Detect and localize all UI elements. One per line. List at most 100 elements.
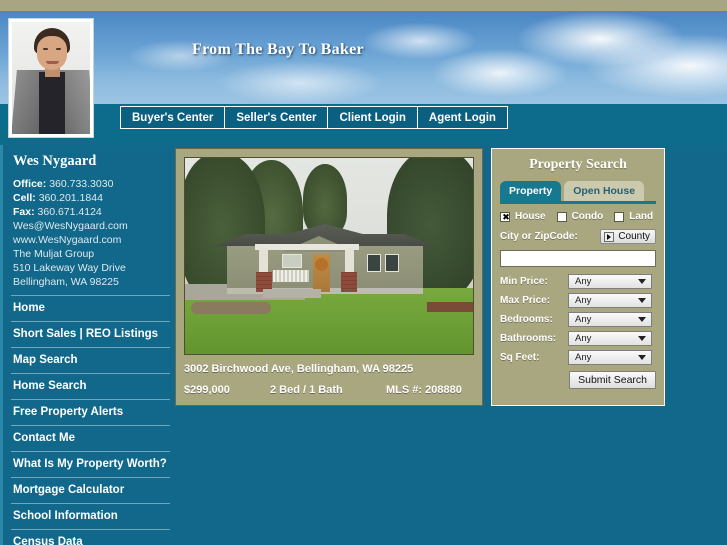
chevron-down-icon <box>638 336 646 341</box>
photo-hedge <box>427 302 473 312</box>
bathrooms-value: Any <box>575 333 592 344</box>
portrait-eye-left <box>43 48 48 50</box>
portrait-eye-right <box>56 48 61 50</box>
field-min-price: Min Price: Any <box>500 274 656 289</box>
portrait-shirt <box>39 72 65 134</box>
agent-portrait <box>8 18 94 138</box>
contact-office-value: 360.733.3030 <box>49 178 114 190</box>
nav-sellers-center[interactable]: Seller's Center <box>225 107 329 128</box>
sidebar-item-property-worth[interactable]: What Is My Property Worth? <box>11 451 170 477</box>
house-window-right-2 <box>385 254 399 272</box>
nav-agent-login[interactable]: Agent Login <box>418 107 507 128</box>
property-search-panel: Property Search Property Open House Hous… <box>491 148 665 406</box>
sidebar-item-short-sales[interactable]: Short Sales | REO Listings <box>11 321 170 347</box>
nav-buyers-center[interactable]: Buyer's Center <box>121 107 226 128</box>
sq-feet-label: Sq Feet: <box>500 352 540 363</box>
listing-photo[interactable] <box>184 157 474 355</box>
field-sq-feet: Sq Feet: Any <box>500 350 656 365</box>
tab-property[interactable]: Property <box>500 181 562 201</box>
bedrooms-select[interactable]: Any <box>568 312 652 327</box>
main-navigation[interactable]: Buyer's Center Seller's Center Client Lo… <box>120 106 508 129</box>
city-or-zip-input[interactable] <box>500 250 656 267</box>
city-row: City or ZipCode: County <box>500 229 656 244</box>
city-or-zip-label: City or ZipCode: <box>500 231 578 242</box>
sidebar: Wes Nygaard Office: 360.733.3030 Cell: 3… <box>0 145 170 545</box>
checkbox-condo[interactable] <box>556 211 567 222</box>
listing-beds-baths: 2 Bed / 1 Bath <box>270 384 343 396</box>
sidebar-item-home-search[interactable]: Home Search <box>11 373 170 399</box>
listing-mls-number: MLS #: 208880 <box>386 384 462 396</box>
county-button[interactable]: County <box>600 229 656 244</box>
portrait-smile <box>46 61 59 64</box>
county-button-label: County <box>618 231 650 242</box>
house-brick-pier-right <box>341 272 357 292</box>
max-price-select[interactable]: Any <box>568 293 652 308</box>
sidebar-item-school-information[interactable]: School Information <box>11 503 170 529</box>
search-panel-title: Property Search <box>529 157 627 172</box>
contact-email[interactable]: Wes@WesNygaard.com <box>13 219 170 233</box>
house-window-right-1 <box>367 254 381 272</box>
sidebar-nav-list: Home Short Sales | REO Listings Map Sear… <box>11 295 170 545</box>
site-tagline: From The Bay To Baker <box>192 41 364 58</box>
min-price-select[interactable]: Any <box>568 274 652 289</box>
tab-underline <box>500 201 656 204</box>
listing-address: 3002 Birchwood Ave, Bellingham, WA 98225 <box>184 363 414 375</box>
contact-office: Office: 360.733.3030 <box>13 177 170 191</box>
contact-company: The Muljat Group <box>13 248 95 260</box>
min-price-label: Min Price: <box>500 276 548 287</box>
submit-search-button[interactable]: Submit Search <box>569 371 656 389</box>
bedrooms-label: Bedrooms: <box>500 314 553 325</box>
agent-contact-block: Office: 360.733.3030 Cell: 360.201.1844 … <box>13 177 170 289</box>
tab-open-house[interactable]: Open House <box>564 181 645 201</box>
contact-cell-label: Cell: <box>13 192 36 204</box>
submit-row: Submit Search <box>500 371 656 389</box>
photo-walkway <box>263 289 321 298</box>
listing-details: $299,000 2 Bed / 1 Bath MLS #: 208880 <box>184 384 474 396</box>
chevron-down-icon <box>638 355 646 360</box>
contact-cell: Cell: 360.201.1844 <box>13 191 170 205</box>
contact-cell-value: 360.201.1844 <box>38 192 103 204</box>
bathrooms-select[interactable]: Any <box>568 331 652 346</box>
house-porch-railing <box>273 270 309 282</box>
bedrooms-value: Any <box>575 314 592 325</box>
sidebar-item-contact-me[interactable]: Contact Me <box>11 425 170 451</box>
contact-website[interactable]: www.WesNygaard.com <box>13 233 170 247</box>
bathrooms-label: Bathrooms: <box>500 333 557 344</box>
chevron-down-icon <box>638 317 646 322</box>
field-bathrooms: Bathrooms: Any <box>500 331 656 346</box>
county-dropdown-icon <box>604 231 615 242</box>
chevron-down-icon <box>638 279 646 284</box>
featured-listing-panel: 3002 Birchwood Ave, Bellingham, WA 98225… <box>175 148 483 406</box>
top-accent-strip <box>0 0 727 11</box>
sidebar-item-mortgage-calculator[interactable]: Mortgage Calculator <box>11 477 170 503</box>
sky-banner: From The Bay To Baker <box>0 11 727 104</box>
checkbox-land[interactable] <box>614 211 625 222</box>
portrait-face <box>37 36 67 70</box>
field-bedrooms: Bedrooms: Any <box>500 312 656 327</box>
house-door-wreath <box>315 258 328 271</box>
nav-client-login[interactable]: Client Login <box>328 107 418 128</box>
sidebar-item-property-alerts[interactable]: Free Property Alerts <box>11 399 170 425</box>
sq-feet-select[interactable]: Any <box>568 350 652 365</box>
house-window-porch <box>282 254 302 268</box>
min-price-value: Any <box>575 276 592 287</box>
photo-house <box>215 224 435 294</box>
checkbox-condo-label: Condo <box>571 211 604 222</box>
sidebar-item-home[interactable]: Home <box>11 295 170 321</box>
property-type-checkboxes: House Condo Land <box>500 211 656 223</box>
agent-name: Wes Nygaard <box>13 153 97 169</box>
agent-portrait-image <box>12 22 90 134</box>
photo-flower-bed <box>191 302 271 314</box>
sidebar-item-map-search[interactable]: Map Search <box>11 347 170 373</box>
search-tabs[interactable]: Property Open House <box>500 181 656 201</box>
contact-fax-value: 360.671.4124 <box>37 206 102 218</box>
sidebar-item-census-data[interactable]: Census Data <box>11 529 170 545</box>
checkbox-house-label: House <box>515 211 546 222</box>
checkbox-land-label: Land <box>629 211 654 222</box>
contact-citystate: Bellingham, WA 98225 <box>13 276 119 288</box>
checkbox-house[interactable] <box>500 211 511 223</box>
listing-price: $299,000 <box>184 384 230 396</box>
sq-feet-value: Any <box>575 352 592 363</box>
chevron-down-icon <box>638 298 646 303</box>
contact-fax: Fax: 360.671.4124 <box>13 205 170 219</box>
